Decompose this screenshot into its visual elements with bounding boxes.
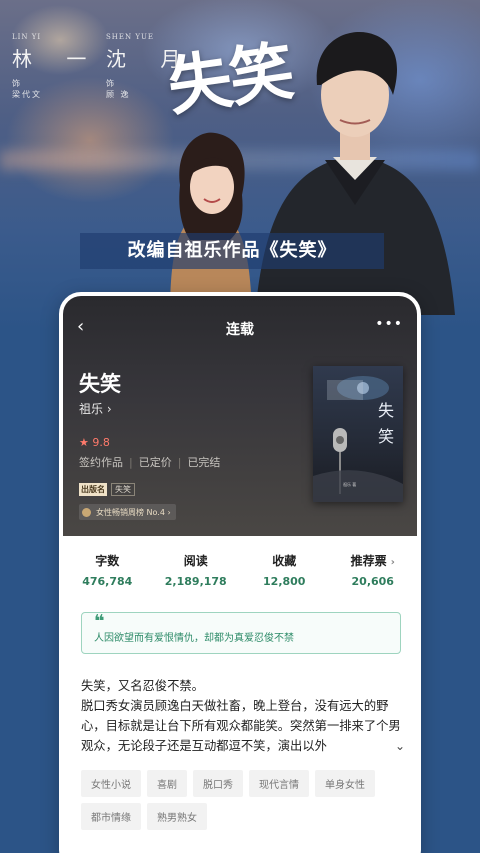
stat-value: 2,189,178 <box>164 575 227 588</box>
adaptation-caption: 改编自祖乐作品《失笑》 <box>80 233 384 269</box>
publisher-tag: 出版名 <box>79 482 107 496</box>
cast-actor-name: 梁代文 <box>12 90 42 99</box>
synopsis-body: 脱口秀女演员顾逸白天做社畜，晚上登台，没有远大的野心，目标就是让台下所有观众都能… <box>81 699 401 753</box>
rating-score: ★ 9.8 <box>79 436 110 449</box>
cast-en-name: LIN YI <box>12 33 42 41</box>
stat-value: 20,606 <box>351 575 394 588</box>
tag-chip[interactable]: 熟男熟女 <box>147 803 207 830</box>
rank-badge[interactable]: 女性畅销周榜 No.4 › <box>79 504 176 520</box>
tag-chip[interactable]: 单身女性 <box>315 770 375 797</box>
stat-recommend-votes[interactable]: 推荐票 › 20,606 <box>329 552 418 596</box>
cast-role-name: 林 一 <box>12 47 101 71</box>
meta-divider: | <box>129 456 133 469</box>
book-header: ‹ 连载 ••• 失笑 祖乐 › ★ 9.8 签约作品 | 已定价 | 已完结 出版名 … <box>63 296 417 536</box>
tag-list: 女性小说 喜剧 脱口秀 现代言情 单身女性 都市情缘 熟男熟女 <box>81 770 411 836</box>
stat-favorites: 收藏 12,800 <box>240 552 329 596</box>
meta-divider: | <box>177 456 182 469</box>
trophy-icon <box>82 507 91 517</box>
tag-chip[interactable]: 脱口秀 <box>193 770 243 797</box>
meta-signed: 签约作品 <box>79 456 123 469</box>
stat-label: 推荐票 › <box>329 552 418 569</box>
stat-label: 阅读 <box>183 554 208 568</box>
stat-value: 12,800 <box>263 575 306 588</box>
book-title: 失笑 <box>79 372 121 396</box>
book-meta: 签约作品 | 已定价 | 已完结 <box>79 454 220 470</box>
expand-chevron-icon[interactable]: ⌄ <box>390 736 405 756</box>
stats-row: 字数 476,784 阅读 2,189,178 收藏 12,800 推荐票 › … <box>63 552 417 596</box>
promo-banner: LIN YI 林 一 饰 梁代文 SHEN YUE 沈 月 饰 顾 逸 失笑 改… <box>0 0 480 330</box>
meta-priced: 已定价 <box>138 456 172 469</box>
book-cover[interactable]: 失笑 祖乐 著 <box>313 366 403 502</box>
tag-chip[interactable]: 都市情缘 <box>81 803 141 830</box>
cover-author: 祖乐 著 <box>343 482 357 487</box>
stat-label: 收藏 <box>272 554 297 568</box>
cast-en-name: SHEN YUE <box>106 33 154 41</box>
more-dots-icon[interactable]: ••• <box>375 316 403 332</box>
tag-chip[interactable]: 现代言情 <box>249 770 309 797</box>
tag-chip[interactable]: 女性小说 <box>81 770 141 797</box>
cover-title: 失笑 <box>377 401 394 446</box>
stat-word-count: 字数 476,784 <box>63 552 152 596</box>
stat-value: 476,784 <box>82 575 133 588</box>
meta-finished: 已完结 <box>187 456 221 469</box>
tagline-text: 人因欲望而有爱恨情仇，却都为真爱忍俊不禁 <box>94 633 294 644</box>
stat-label: 字数 <box>95 554 120 568</box>
tag-chip[interactable]: 喜剧 <box>147 770 187 797</box>
top-nav: ‹ 连载 ••• <box>63 316 417 340</box>
chevron-right-icon: › <box>390 557 395 568</box>
tagline-box: ❝ 人因欲望而有爱恨情仇，却都为真爱忍俊不禁 <box>81 611 401 654</box>
rank-label: 女性畅销周榜 No.4 › <box>96 507 171 517</box>
synopsis[interactable]: 失笑，又名忍俊不禁。 脱口秀女演员顾逸白天做社畜，晚上登台，没有远大的野心，目标… <box>81 676 405 756</box>
stat-reads: 阅读 2,189,178 <box>152 552 241 596</box>
publisher-badge: 出版名 失笑 <box>79 482 135 496</box>
synopsis-first-line: 失笑，又名忍俊不禁。 <box>81 679 204 693</box>
cast-credit-1: LIN YI 林 一 饰 梁代文 <box>12 33 100 100</box>
stat-label-text: 推荐票 <box>350 554 387 568</box>
publisher-name: 失笑 <box>111 482 135 496</box>
author-link[interactable]: 祖乐 › <box>79 400 112 417</box>
actress-image <box>170 132 252 315</box>
nav-title: 连载 <box>226 322 254 338</box>
phone-mockup: ‹ 连载 ••• 失笑 祖乐 › ★ 9.8 签约作品 | 已定价 | 已完结 出版名 … <box>59 292 421 853</box>
cast-role-mark: 饰 <box>12 79 20 88</box>
drama-title-logo: 失笑 <box>163 33 297 126</box>
